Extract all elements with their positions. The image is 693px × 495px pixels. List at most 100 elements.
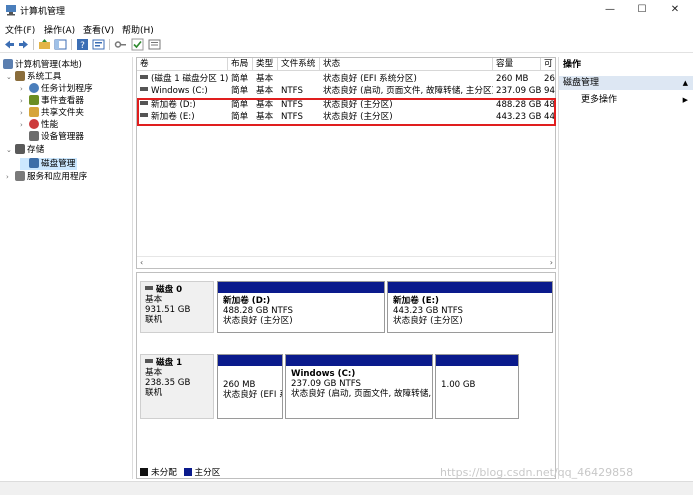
partition-name: Windows (C:) xyxy=(291,369,356,379)
expand-icon[interactable]: › xyxy=(20,107,29,119)
column-header-filesystem[interactable]: 文件系统 xyxy=(278,58,320,71)
partition-recovery[interactable]: 1.00 GB xyxy=(435,354,519,419)
window-title: 计算机管理 xyxy=(20,7,66,17)
actions-section-disk-management[interactable]: 磁盘管理 ▲ xyxy=(559,76,693,90)
unallocated-swatch xyxy=(140,468,148,476)
help-icon[interactable]: ? xyxy=(76,38,89,51)
scroll-left-icon[interactable]: ‹ xyxy=(140,258,143,267)
disk-map: 磁盘 0 基本 931.51 GB 联机 新加卷 (D:) 488.28 GB … xyxy=(136,272,556,479)
drive-icon xyxy=(140,75,148,79)
minimize-button[interactable]: — xyxy=(595,2,625,18)
disk-1-label[interactable]: 磁盘 1 基本 238.35 GB 联机 xyxy=(140,354,214,419)
expand-icon[interactable]: › xyxy=(20,119,29,131)
legend-primary: 主分区 xyxy=(194,468,221,478)
back-icon[interactable] xyxy=(3,38,16,51)
scroll-right-icon[interactable]: › xyxy=(550,258,553,267)
close-button[interactable]: ✕ xyxy=(660,2,690,18)
disk-status: 联机 xyxy=(145,388,163,398)
column-header-free[interactable]: 可 xyxy=(541,58,555,71)
actions-title: 操作 xyxy=(563,60,582,70)
column-header-volume[interactable]: 卷 xyxy=(137,58,228,71)
table-row[interactable]: Windows (C:) 简单 基本 NTFS 状态良好 (启动, 页面文件, … xyxy=(137,85,555,97)
menu-file[interactable]: 文件(F) xyxy=(5,23,35,36)
check-icon[interactable] xyxy=(131,38,144,51)
event-log-icon xyxy=(29,95,39,105)
toolbar-separator xyxy=(71,39,72,50)
forward-icon[interactable] xyxy=(17,38,30,51)
cell-volume: (磁盘 1 磁盘分区 1) xyxy=(137,73,228,85)
table-row[interactable]: (磁盘 1 磁盘分区 1) 简单 基本 状态良好 (EFI 系统分区) 260 … xyxy=(137,73,555,85)
partition-size: 237.09 GB NTFS xyxy=(291,379,362,389)
partition-efi[interactable]: 260 MB 状态良好 (EFI 系 xyxy=(217,354,283,419)
column-header-capacity[interactable]: 容量 xyxy=(493,58,541,71)
tree-item-disk-management[interactable]: 磁盘管理 xyxy=(20,158,78,170)
tree-item-computer-management[interactable]: 计算机管理(本地) xyxy=(3,59,82,71)
primary-partition-bar xyxy=(388,282,552,293)
up-folder-icon[interactable] xyxy=(38,38,51,51)
volume-name: Windows (C:) xyxy=(151,86,208,96)
disk-type: 基本 xyxy=(145,368,163,378)
volume-name: (磁盘 1 磁盘分区 1) xyxy=(151,74,228,84)
computer-icon xyxy=(3,59,13,69)
partition-e[interactable]: 新加卷 (E:) 443.23 GB NTFS 状态良好 (主分区) xyxy=(387,281,553,333)
tree-item-performance[interactable]: › 性能 xyxy=(20,119,58,131)
properties-icon[interactable] xyxy=(92,38,105,51)
tree-item-label: 事件查看器 xyxy=(41,96,84,106)
status-bar xyxy=(0,481,693,495)
expand-icon[interactable]: › xyxy=(20,83,29,95)
collapse-icon[interactable]: ⌄ xyxy=(6,144,15,156)
more-actions-label: 更多操作 xyxy=(581,95,618,105)
expand-icon[interactable]: › xyxy=(20,95,29,107)
disk-size: 238.35 GB xyxy=(145,378,191,388)
services-icon xyxy=(15,171,25,181)
partition-size: 260 MB xyxy=(223,380,256,390)
toolbar-separator xyxy=(33,39,34,50)
drive-icon xyxy=(140,87,148,91)
cell-capacity: 237.09 GB xyxy=(496,86,541,96)
tree-item-device-manager[interactable]: 设备管理器 xyxy=(20,131,84,143)
partition-c[interactable]: Windows (C:) 237.09 GB NTFS 状态良好 (启动, 页面… xyxy=(285,354,433,419)
tree-item-task-scheduler[interactable]: › 任务计划程序 xyxy=(20,83,93,95)
actions-pane: 操作 磁盘管理 ▲ 更多操作 ▶ xyxy=(558,57,693,479)
disk-icon xyxy=(145,286,153,290)
partition-name: 新加卷 (E:) xyxy=(393,296,439,306)
device-manager-icon xyxy=(29,131,39,141)
expand-icon[interactable]: › xyxy=(6,171,15,183)
maximize-button[interactable]: ☐ xyxy=(627,2,657,18)
cell-capacity: 260 MB xyxy=(496,74,529,84)
menu-help[interactable]: 帮助(H) xyxy=(122,23,154,36)
list-view-icon[interactable] xyxy=(148,38,161,51)
primary-swatch xyxy=(183,468,192,476)
tree-item-label: 存储 xyxy=(27,145,45,155)
tree-item-shared-folders[interactable]: › 共享文件夹 xyxy=(20,107,84,119)
submenu-arrow-icon: ▶ xyxy=(682,96,688,104)
disk-0-label[interactable]: 磁盘 0 基本 931.51 GB 联机 xyxy=(140,281,214,333)
key-icon[interactable] xyxy=(114,38,127,51)
partition-d[interactable]: 新加卷 (D:) 488.28 GB NTFS 状态良好 (主分区) xyxy=(217,281,385,333)
collapse-up-icon[interactable]: ▲ xyxy=(683,76,688,90)
horizontal-scrollbar[interactable]: ‹ › xyxy=(137,256,555,268)
menu-action[interactable]: 操作(A) xyxy=(44,23,75,36)
cell-free: 94 xyxy=(544,86,555,96)
menu-view[interactable]: 查看(V) xyxy=(83,23,114,36)
collapse-icon[interactable]: ⌄ xyxy=(6,71,15,83)
cell-layout: 简单 xyxy=(231,74,249,84)
disk-management-icon xyxy=(29,158,39,168)
tree-item-system-tools[interactable]: ⌄ 系统工具 xyxy=(6,71,61,83)
watermark: https://blog.csdn.net/qq_46429858 xyxy=(440,466,634,479)
column-header-status[interactable]: 状态 xyxy=(320,58,493,71)
tree-item-label: 计算机管理(本地) xyxy=(15,60,82,70)
performance-icon xyxy=(29,119,39,129)
partition-size: 1.00 GB xyxy=(441,380,476,390)
navigation-tree: 计算机管理(本地) ⌄ 系统工具 › 任务计划程序 › 事件查看器 › 共享文件夹 › 性… xyxy=(0,57,133,479)
tree-item-label: 服务和应用程序 xyxy=(27,172,88,182)
tree-item-event-viewer[interactable]: › 事件查看器 xyxy=(20,95,84,107)
column-header-layout[interactable]: 布局 xyxy=(228,58,253,71)
tree-item-services-applications[interactable]: › 服务和应用程序 xyxy=(6,171,87,183)
more-actions-item[interactable]: 更多操作 ▶ xyxy=(559,94,693,107)
tree-item-storage[interactable]: ⌄ 存储 xyxy=(6,144,44,156)
shared-folder-icon xyxy=(29,107,39,117)
toolbar-separator xyxy=(109,39,110,50)
show-hide-tree-icon[interactable] xyxy=(54,38,67,51)
column-header-type[interactable]: 类型 xyxy=(253,58,278,71)
